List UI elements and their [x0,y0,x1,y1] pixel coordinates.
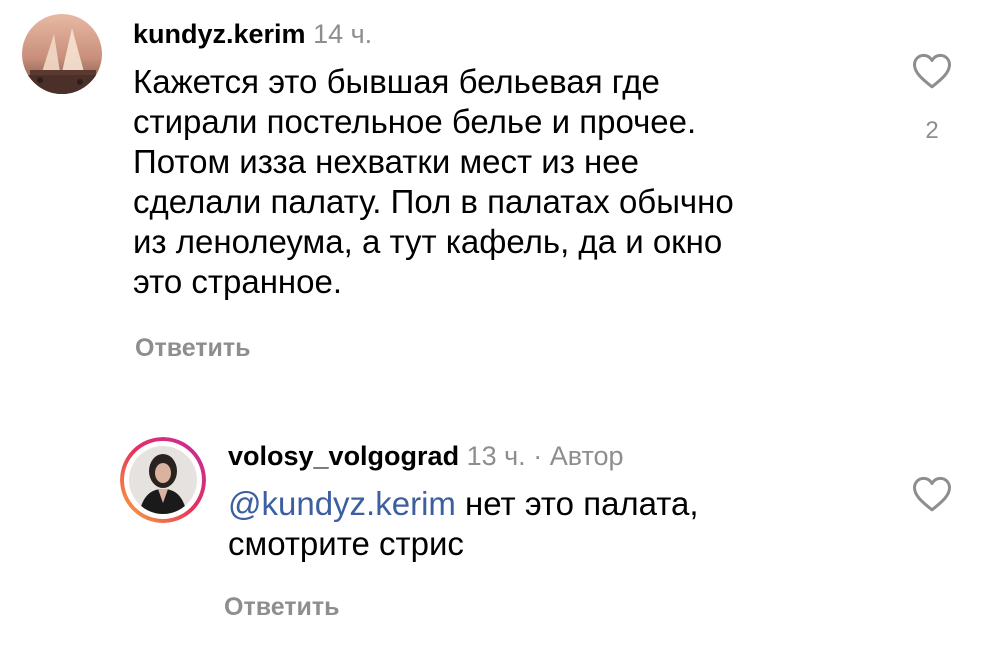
comment-header: kundyz.kerim 14 ч. [133,18,372,50]
avatar[interactable] [120,437,206,523]
comment-header: volosy_volgograd 13 ч. · Автор [228,440,624,472]
username[interactable]: volosy_volgograd [228,441,459,471]
avatar[interactable] [22,14,102,94]
like-count: 2 [925,117,939,144]
reply-button[interactable]: Ответить [135,334,251,363]
avatar-image [120,437,206,523]
reply-button[interactable]: Ответить [224,593,340,622]
comment-text: Кажется это бывшая бельевая где стирали … [133,63,734,300]
mention-link[interactable]: @kundyz.kerim [228,485,456,522]
timestamp: 13 ч. [466,441,526,471]
heart-outline-icon [913,53,951,89]
comment-text: @kundyz.kerim нет это палата, смотрите с… [228,484,868,564]
username[interactable]: kundyz.kerim [133,19,306,49]
avatar-image [22,14,102,94]
author-badge: Автор [549,441,624,471]
separator: · [533,441,543,471]
like-button[interactable] [912,52,952,90]
like-button[interactable] [912,475,952,513]
timestamp: 14 ч. [313,19,373,49]
heart-outline-icon [913,476,951,512]
